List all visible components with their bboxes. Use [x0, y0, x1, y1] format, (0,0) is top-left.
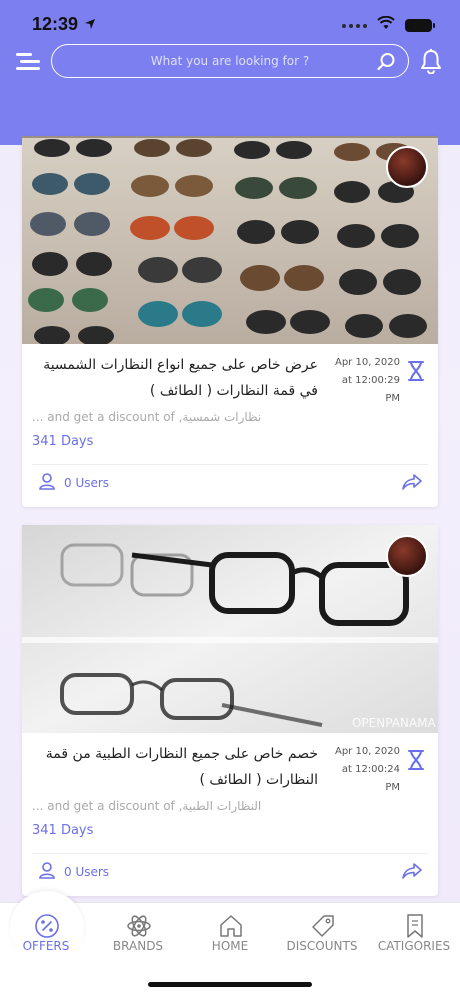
tab-label: DISCOUNTS [286, 939, 358, 953]
app-header: 12:39 [0, 0, 460, 145]
tab-label: OFFERS [22, 939, 70, 953]
tab-categories[interactable]: CATIGORIES [368, 903, 460, 963]
tab-discounts[interactable]: DISCOUNTS [276, 903, 368, 963]
offer-card[interactable]: عرض خاص على جميع انواع النظارات الشمسية … [22, 136, 438, 507]
store-logo [386, 146, 428, 188]
status-indicators [342, 15, 435, 35]
home-indicator [148, 982, 312, 987]
percent-icon [35, 914, 59, 938]
tab-brands[interactable]: BRANDS [92, 903, 184, 963]
users-count[interactable]: 0 Users [38, 472, 109, 493]
offer-date: Apr 10, 2020 at 12:00:24 PM [330, 743, 400, 797]
hourglass-icon [407, 749, 425, 775]
offer-title: عرض خاص على جميع انواع النظارات الشمسية … [43, 357, 318, 399]
users-count-label: 0 Users [64, 864, 110, 879]
svg-text:OPENPANAMA: OPENPANAMA [352, 716, 436, 730]
bell-icon[interactable] [420, 48, 442, 78]
bookmark-icon [407, 914, 423, 938]
search-icon[interactable] [377, 52, 396, 75]
users-count-label: 0 Users [64, 475, 110, 490]
atom-icon [127, 915, 151, 937]
card-divider [32, 464, 428, 465]
offer-date-text: Apr 10, 2020 [334, 357, 400, 368]
home-icon [220, 915, 242, 937]
offer-image-sunglasses[interactable] [22, 136, 438, 344]
share-icon[interactable] [402, 474, 422, 494]
tab-home[interactable]: HOME [184, 903, 276, 963]
offer-image-eyeglasses[interactable]: OPENPANAMA [22, 525, 438, 733]
status-bar: 12:39 [0, 0, 460, 48]
offer-date-text: Apr 10, 2020 [334, 746, 400, 757]
user-icon [38, 472, 56, 493]
share-icon[interactable] [402, 863, 422, 883]
status-time: 12:39 [32, 14, 79, 34]
offer-card[interactable]: OPENPANAMA خصم خاص على جميع النظارات الط… [22, 525, 438, 896]
offer-description: ... and get a discount of ,نظارات شمسية [32, 410, 262, 424]
location-arrow-icon [84, 17, 96, 35]
offer-description: ... and get a discount of ,النظارات الطب… [32, 799, 262, 813]
card-divider [32, 853, 428, 854]
tab-label: BRANDS [112, 939, 164, 953]
search-input[interactable] [85, 54, 375, 68]
signal-icon [342, 23, 367, 28]
store-logo [386, 535, 428, 577]
tab-label: HOME [211, 939, 249, 953]
users-count[interactable]: 0 Users [38, 861, 109, 882]
offer-duration: 341 Days [32, 434, 94, 449]
hourglass-icon [407, 360, 425, 386]
wifi-icon [377, 15, 395, 35]
battery-icon [405, 19, 435, 32]
search-bar [51, 44, 409, 78]
tag-icon [312, 915, 334, 937]
tab-label: CATIGORIES [377, 939, 451, 953]
tab-offers[interactable]: OFFERS [0, 903, 92, 963]
offer-duration: 341 Days [32, 823, 94, 838]
offer-date: Apr 10, 2020 at 12:00:29 PM [330, 354, 400, 408]
offer-time-text: at 12:00:24 PM [341, 764, 400, 793]
user-icon [38, 861, 56, 882]
menu-button[interactable] [16, 53, 40, 71]
offer-title: خصم خاص على جميع النظارات الطبية من قمة … [45, 746, 318, 788]
offer-time-text: at 12:00:29 PM [341, 375, 400, 404]
